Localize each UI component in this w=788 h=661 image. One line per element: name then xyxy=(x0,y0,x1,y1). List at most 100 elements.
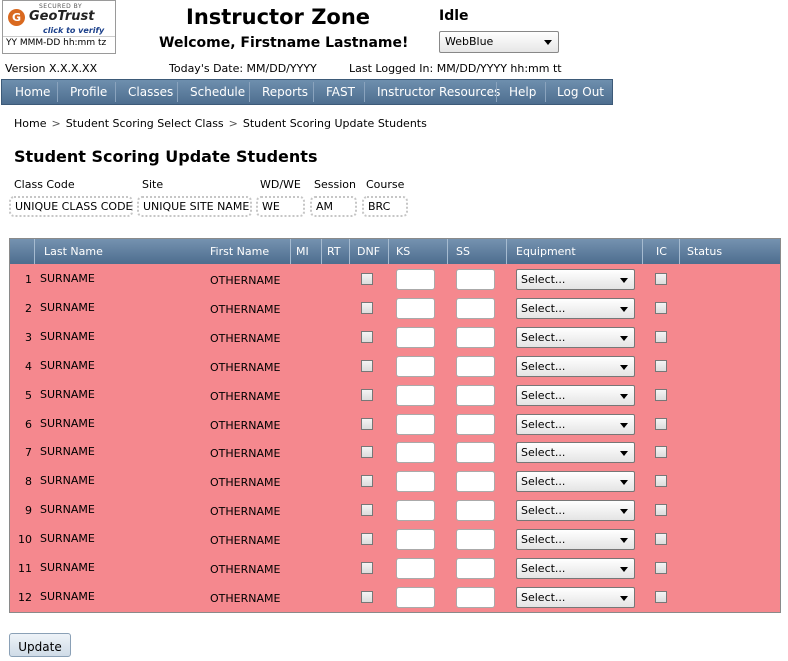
equipment-select[interactable]: Select... xyxy=(516,529,635,550)
table-row: 3 SURNAME OTHERNAME Select... xyxy=(10,324,780,353)
nav-item-fast[interactable]: FAST xyxy=(326,85,355,99)
ic-checkbox[interactable] xyxy=(655,418,667,430)
nav-item-classes[interactable]: Classes xyxy=(128,85,173,99)
equipment-select[interactable]: Select... xyxy=(516,269,635,290)
ks-input[interactable] xyxy=(396,414,435,435)
first-name-cell: OTHERNAME xyxy=(210,361,281,374)
nav-item-schedule[interactable]: Schedule xyxy=(190,85,245,99)
breadcrumb-item-select-class[interactable]: Student Scoring Select Class xyxy=(66,117,224,130)
ks-input[interactable] xyxy=(396,587,435,608)
nav-item-profile[interactable]: Profile xyxy=(70,85,107,99)
equipment-select[interactable]: Select... xyxy=(516,471,635,492)
update-button[interactable]: Update xyxy=(9,633,71,657)
ic-checkbox[interactable] xyxy=(655,504,667,516)
column-divider xyxy=(290,239,291,264)
table-row: 9 SURNAME OTHERNAME Select... xyxy=(10,497,780,526)
dnf-checkbox[interactable] xyxy=(361,591,373,603)
table-header: Last Name First Name MI RT DNF KS SS Equ… xyxy=(10,239,780,264)
ss-input[interactable] xyxy=(456,269,495,290)
equipment-select[interactable]: Select... xyxy=(516,500,635,521)
ic-checkbox[interactable] xyxy=(655,331,667,343)
nav-divider xyxy=(496,82,497,102)
column-status: Status xyxy=(687,245,723,258)
ic-checkbox[interactable] xyxy=(655,475,667,487)
last-name-cell: SURNAME xyxy=(40,561,95,574)
dnf-checkbox[interactable] xyxy=(361,475,373,487)
ks-input[interactable] xyxy=(396,356,435,377)
ss-input[interactable] xyxy=(456,500,495,521)
equipment-select[interactable]: Select... xyxy=(516,558,635,579)
ks-input[interactable] xyxy=(396,558,435,579)
dnf-checkbox[interactable] xyxy=(361,533,373,545)
dnf-checkbox[interactable] xyxy=(361,446,373,458)
first-name-cell: OTHERNAME xyxy=(210,274,281,287)
ic-checkbox[interactable] xyxy=(655,562,667,574)
dnf-checkbox[interactable] xyxy=(361,302,373,314)
ss-input[interactable] xyxy=(456,385,495,406)
nav-item-instructor-resources[interactable]: Instructor Resources xyxy=(377,85,500,99)
ks-input[interactable] xyxy=(396,471,435,492)
dnf-checkbox[interactable] xyxy=(361,360,373,372)
geotrust-badge[interactable]: G SECURED BY GeoTrust click to verify YY… xyxy=(2,0,116,54)
ic-checkbox[interactable] xyxy=(655,446,667,458)
theme-select[interactable]: WebBlue xyxy=(439,31,559,53)
ic-checkbox[interactable] xyxy=(655,273,667,285)
nav-item-reports[interactable]: Reports xyxy=(262,85,308,99)
breadcrumb-item-home[interactable]: Home xyxy=(14,117,46,130)
equipment-select[interactable]: Select... xyxy=(516,327,635,348)
equipment-select[interactable]: Select... xyxy=(516,414,635,435)
ss-input[interactable] xyxy=(456,587,495,608)
ss-input[interactable] xyxy=(456,356,495,377)
chevron-down-icon xyxy=(620,307,628,312)
column-ss: SS xyxy=(456,245,470,258)
page-title: Student Scoring Update Students xyxy=(14,147,318,166)
ss-input[interactable] xyxy=(456,471,495,492)
ss-input[interactable] xyxy=(456,298,495,319)
ks-input[interactable] xyxy=(396,529,435,550)
equipment-select[interactable]: Select... xyxy=(516,385,635,406)
ks-input[interactable] xyxy=(396,298,435,319)
equipment-select[interactable]: Select... xyxy=(516,298,635,319)
nav-item-home[interactable]: Home xyxy=(15,85,50,99)
ic-checkbox[interactable] xyxy=(655,533,667,545)
ks-input[interactable] xyxy=(396,269,435,290)
column-first-name[interactable]: First Name xyxy=(210,245,269,258)
ic-checkbox[interactable] xyxy=(655,302,667,314)
breadcrumb-separator: > xyxy=(51,117,61,130)
ss-input[interactable] xyxy=(456,558,495,579)
equipment-select[interactable]: Select... xyxy=(516,587,635,608)
ks-input[interactable] xyxy=(396,385,435,406)
ic-checkbox[interactable] xyxy=(655,591,667,603)
dnf-checkbox[interactable] xyxy=(361,389,373,401)
ic-checkbox[interactable] xyxy=(655,360,667,372)
equipment-select[interactable]: Select... xyxy=(516,356,635,377)
equipment-select[interactable]: Select... xyxy=(516,442,635,463)
dnf-checkbox[interactable] xyxy=(361,562,373,574)
breadcrumb-item-current: Student Scoring Update Students xyxy=(242,117,427,130)
dnf-checkbox[interactable] xyxy=(361,331,373,343)
chevron-down-icon xyxy=(620,278,628,283)
ks-input[interactable] xyxy=(396,442,435,463)
ss-input[interactable] xyxy=(456,327,495,348)
dnf-checkbox[interactable] xyxy=(361,418,373,430)
equipment-select-value: Select... xyxy=(521,389,566,402)
column-last-name[interactable]: Last Name xyxy=(44,245,103,258)
table-row: 2 SURNAME OTHERNAME Select... xyxy=(10,295,780,324)
ss-input[interactable] xyxy=(456,414,495,435)
badge-click-to-verify[interactable]: click to verify xyxy=(43,26,104,35)
ss-input[interactable] xyxy=(456,442,495,463)
equipment-select-value: Select... xyxy=(521,504,566,517)
nav-item-help[interactable]: Help xyxy=(509,85,536,99)
ks-input[interactable] xyxy=(396,327,435,348)
ks-input[interactable] xyxy=(396,500,435,521)
ss-input[interactable] xyxy=(456,529,495,550)
column-divider xyxy=(506,239,507,264)
dnf-checkbox[interactable] xyxy=(361,273,373,285)
dnf-checkbox[interactable] xyxy=(361,504,373,516)
chevron-down-icon xyxy=(620,596,628,601)
class-code-label: Class Code xyxy=(14,178,75,191)
nav-item-log-out[interactable]: Log Out xyxy=(557,85,604,99)
table-row: 10 SURNAME OTHERNAME Select... xyxy=(10,526,780,555)
ic-checkbox[interactable] xyxy=(655,389,667,401)
nav-divider xyxy=(57,82,58,102)
